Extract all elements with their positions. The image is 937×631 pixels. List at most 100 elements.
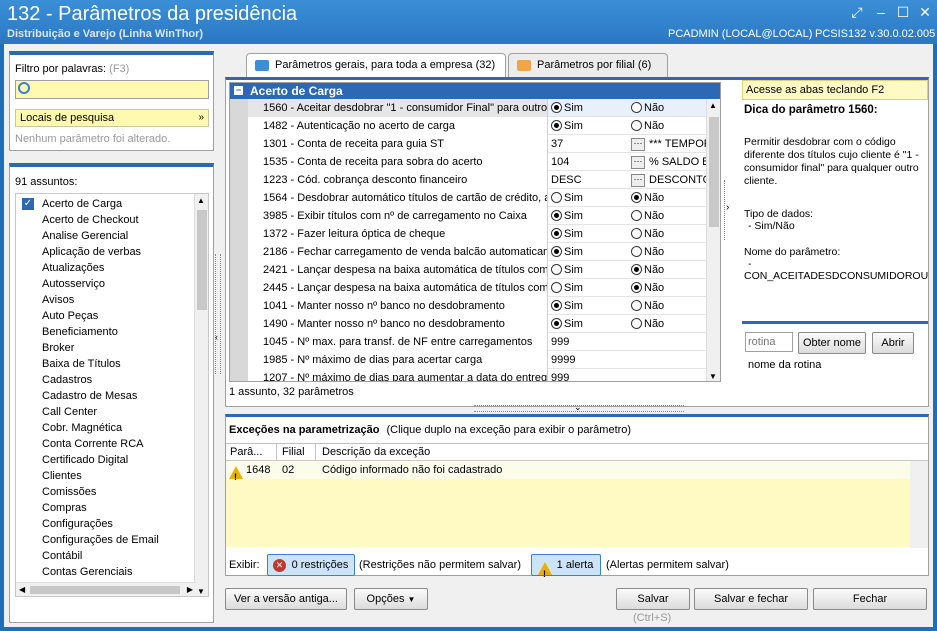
parameter-value[interactable]: Sim Não: [548, 315, 715, 333]
radio-icon[interactable]: [551, 246, 562, 257]
scroll-thumb[interactable]: [197, 210, 207, 310]
radio-yes[interactable]: Sim: [551, 207, 631, 225]
radio-icon[interactable]: [551, 210, 562, 221]
subject-item[interactable]: Avisos: [42, 292, 74, 308]
get-name-button[interactable]: Obter nome: [798, 332, 866, 354]
parameter-row[interactable]: 1985 - Nº máximo de dias para acertar ca…: [230, 351, 720, 369]
parameter-value[interactable]: DESC ··· DESCONTO C: [548, 171, 715, 189]
subject-item[interactable]: Call Center: [42, 404, 97, 420]
close-button[interactable]: Fechar: [813, 588, 927, 610]
radio-no[interactable]: Não: [631, 297, 711, 315]
collapse-down-icon[interactable]: ⌄: [574, 402, 582, 413]
ellipsis-button[interactable]: ···: [631, 155, 645, 169]
checkbox-icon[interactable]: ✓: [22, 198, 34, 210]
subjects-hscrollbar[interactable]: ◀ ▶: [16, 582, 196, 596]
parameter-row[interactable]: 1301 - Conta de receita para guia ST 37 ··…: [230, 135, 720, 153]
col-param[interactable]: Parâ...: [230, 446, 272, 458]
parameter-row[interactable]: 2421 - Lançar despesa na baixa automátic…: [230, 261, 720, 279]
subject-item[interactable]: Clientes: [42, 468, 82, 484]
subject-item[interactable]: Contas a Pagar: [42, 596, 118, 597]
radio-yes[interactable]: Sim: [551, 99, 631, 117]
subject-item[interactable]: Contas Gerenciais: [42, 564, 133, 580]
subject-item[interactable]: Analise Gerencial: [42, 228, 128, 244]
exceptions-scrollbar[interactable]: [910, 461, 928, 548]
radio-icon[interactable]: [551, 318, 562, 329]
grid-scrollbar[interactable]: ▲ ▼: [706, 99, 720, 381]
group-header[interactable]: − Acerto de Carga: [230, 83, 720, 99]
parameter-value[interactable]: 999: [548, 369, 715, 381]
radio-no[interactable]: Não: [631, 243, 711, 261]
radio-icon[interactable]: [631, 246, 642, 257]
radio-icon[interactable]: [551, 282, 562, 293]
radio-icon[interactable]: [631, 102, 642, 113]
parameter-value[interactable]: 37 ··· *** TEMPOR: [548, 135, 715, 153]
subject-item[interactable]: Cadastro de Mesas: [42, 388, 137, 404]
open-button[interactable]: Abrir: [872, 332, 914, 354]
scroll-down-icon[interactable]: ▼: [709, 372, 717, 381]
radio-no[interactable]: Não: [631, 315, 711, 333]
exception-row[interactable]: 1648 02 Código informado não foi cadastr…: [226, 461, 910, 486]
parameter-row[interactable]: 1372 - Fazer leitura óptica de cheque Sim…: [230, 225, 720, 243]
maximize-icon[interactable]: ☐: [894, 4, 912, 20]
parameter-value[interactable]: Sim Não: [548, 243, 715, 261]
restore-icon[interactable]: ⤢: [848, 4, 866, 20]
subject-item[interactable]: Compras: [42, 500, 87, 516]
subject-item[interactable]: Broker: [42, 340, 74, 356]
radio-no[interactable]: Não: [631, 99, 711, 117]
ellipsis-button[interactable]: ···: [631, 137, 645, 151]
radio-icon[interactable]: [631, 210, 642, 221]
subject-item[interactable]: Beneficiamento: [42, 324, 118, 340]
collapse-left-icon[interactable]: ‹: [215, 332, 218, 342]
radio-icon[interactable]: [631, 300, 642, 311]
hint-splitter[interactable]: ›: [724, 180, 732, 240]
radio-icon[interactable]: [631, 120, 642, 131]
parameter-row[interactable]: 1564 - Desdobrar automático títulos de c…: [230, 189, 720, 207]
scroll-up-icon[interactable]: ▲: [197, 196, 205, 205]
subject-item[interactable]: Contábil: [42, 548, 82, 564]
radio-yes[interactable]: Sim: [551, 189, 631, 207]
radio-icon[interactable]: [631, 264, 642, 275]
parameter-row[interactable]: 1041 - Manter nosso nº banco no desdobra…: [230, 297, 720, 315]
radio-icon[interactable]: [551, 300, 562, 311]
vertical-splitter[interactable]: ‹: [215, 254, 221, 374]
radio-no[interactable]: Não: [631, 279, 711, 297]
radio-yes[interactable]: Sim: [551, 315, 631, 333]
subject-item[interactable]: Atualizações: [42, 260, 104, 276]
subject-item[interactable]: Comissões: [42, 484, 96, 500]
text-value[interactable]: 999: [551, 336, 569, 348]
tab-branch[interactable]: Parâmetros por filial (6): [508, 53, 668, 77]
col-branch[interactable]: Filial: [282, 446, 305, 458]
scroll-left-icon[interactable]: ◀: [19, 585, 25, 594]
parameter-row[interactable]: 1482 - Autenticação no acerto de carga Si…: [230, 117, 720, 135]
ellipsis-button[interactable]: ···: [631, 173, 645, 187]
parameter-value[interactable]: Sim Não: [548, 225, 715, 243]
parameter-value[interactable]: Sim Não: [548, 117, 715, 135]
filter-input[interactable]: [15, 80, 209, 99]
radio-icon[interactable]: [551, 120, 562, 131]
subject-item[interactable]: Autosserviço: [42, 276, 105, 292]
radio-icon[interactable]: [551, 192, 562, 203]
parameter-row[interactable]: 1560 - Aceitar desdobrar "1 - consumidor…: [230, 99, 720, 117]
radio-no[interactable]: Não: [631, 207, 711, 225]
restrictions-button[interactable]: ✕ 0 restrições: [267, 554, 355, 576]
parameter-row[interactable]: 1045 - Nº max. para transf. de NF entre …: [230, 333, 720, 351]
subject-item[interactable]: ✓ Acerto de Carga: [22, 196, 122, 212]
parameter-row[interactable]: 1490 - Manter nosso nº banco no desdobra…: [230, 315, 720, 333]
old-version-button[interactable]: Ver a versão antiga...: [225, 588, 347, 610]
options-button[interactable]: Opções ▼: [354, 588, 428, 610]
parameter-value[interactable]: Sim Não: [548, 189, 715, 207]
radio-yes[interactable]: Sim: [551, 117, 631, 135]
radio-no[interactable]: Não: [631, 225, 711, 243]
radio-icon[interactable]: [631, 282, 642, 293]
minimize-icon[interactable]: –: [872, 4, 890, 20]
parameter-row[interactable]: 2186 - Fechar carregamento de venda balc…: [230, 243, 720, 261]
subject-item[interactable]: Conta Corrente RCA: [42, 436, 144, 452]
lookup-code[interactable]: DESC: [551, 171, 631, 189]
radio-yes[interactable]: Sim: [551, 225, 631, 243]
subject-item[interactable]: Baixa de Títulos: [42, 356, 121, 372]
subjects-scrollbar[interactable]: ▲ ▼: [194, 194, 208, 596]
lookup-code[interactable]: 37: [551, 135, 631, 153]
scroll-thumb[interactable]: [709, 117, 719, 227]
parameter-row[interactable]: 3985 - Exibir títulos com nº de carregam…: [230, 207, 720, 225]
parameter-value[interactable]: 104 ···% SALDO BR: [548, 153, 715, 171]
